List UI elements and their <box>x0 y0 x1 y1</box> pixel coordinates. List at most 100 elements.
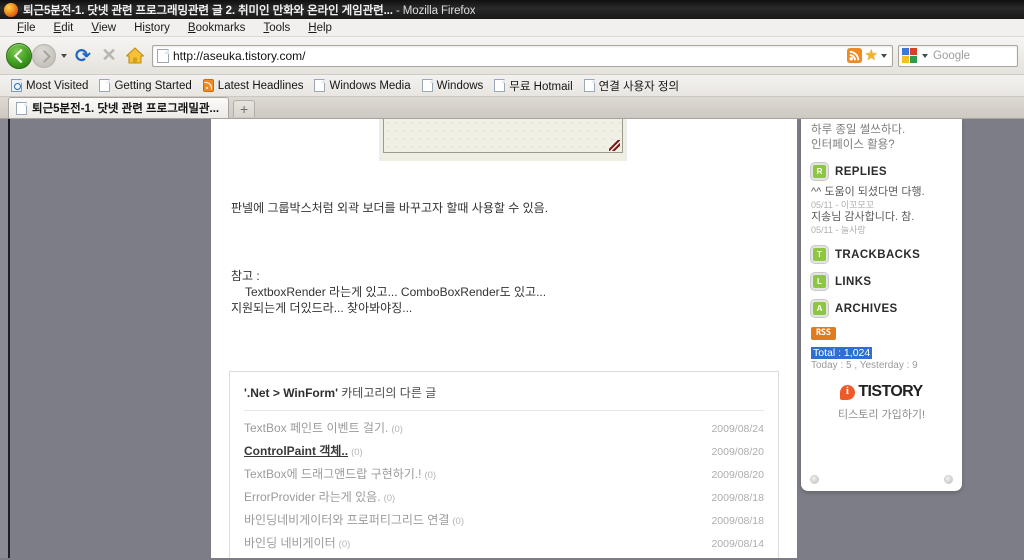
tab-label: 퇴근5분전-1. 닷넷 관련 프로그래밀관... <box>32 103 220 115</box>
bookmark-hotmail[interactable]: 무료 Hotmail <box>489 78 577 94</box>
reply-text[interactable]: 지송님 감사합니다. 참. <box>811 211 952 224</box>
address-bar[interactable]: http://aseuka.tistory.com/ ★ <box>152 44 893 68</box>
menu-item-edit[interactable]: Edit <box>45 21 83 35</box>
related-post-title[interactable]: 바인딩 네비게이터 (0) <box>244 534 350 551</box>
sidebar-replies-list: ^^ 도움이 되셨다면 다행. 05/11 - 이꼬모꼬 지송님 감사합니다. … <box>801 180 962 236</box>
rss-feed-icon[interactable] <box>846 48 862 63</box>
related-posts-heading-suffix: 카테고리의 다른 글 <box>337 386 437 400</box>
sidebar-item-label: REPLIES <box>835 165 888 178</box>
menu-item-tools[interactable]: Tools <box>254 21 299 35</box>
bookmark-label: Latest Headlines <box>217 79 304 92</box>
reply-meta: 05/11 - 늘사랑 <box>811 225 866 235</box>
visitor-total-count: Total : 1,024 <box>811 347 873 359</box>
new-tab-button[interactable]: + <box>233 100 256 117</box>
star-icon[interactable]: ★ <box>865 48 878 63</box>
viewport-left-gutter <box>0 119 8 558</box>
sidebar-item-label: LINKS <box>835 275 872 288</box>
related-posts-heading: '.Net > WinForm' 카테고리의 다른 글 <box>244 384 764 411</box>
related-post-title[interactable]: TextBox에 드래그앤드랍 구현하기.! (0) <box>244 465 436 482</box>
chevron-down-icon[interactable] <box>919 44 930 68</box>
bookmark-label: Most Visited <box>26 79 89 92</box>
content-paragraph-1: 판넬에 그룹박스처럼 외곽 보더를 바꾸고자 할때 사용할 수 있음. <box>231 201 549 215</box>
bookmark-windows[interactable]: Windows <box>417 79 489 92</box>
related-post-date: 2009/08/24 <box>711 423 764 435</box>
sidebar-recent-post-1[interactable]: 하루 종일 썰쓰하다. <box>811 123 952 138</box>
menu-item-history[interactable]: History <box>125 21 179 35</box>
chevron-down-icon[interactable] <box>878 44 889 68</box>
tab-strip: 퇴근5분전-1. 닷넷 관련 프로그래밀관... + <box>0 97 1024 119</box>
menu-item-file[interactable]: File <box>8 21 45 35</box>
menu-item-help[interactable]: Help <box>299 21 341 35</box>
related-post-title[interactable]: ErrorProvider 라는게 있음. (0) <box>244 488 395 505</box>
reply-text[interactable]: ^^ 도움이 되셨다면 다행. <box>811 186 952 199</box>
search-bar[interactable]: Google <box>898 44 1018 68</box>
related-posts-category: '.Net > WinForm' <box>244 386 338 400</box>
sidebar-corner-dot-left <box>810 475 819 484</box>
url-text[interactable]: http://aseuka.tistory.com/ <box>173 49 847 63</box>
window-title: 퇴근5분전-1. 닷넷 관련 프로그래밍관련 글 2. 취미인 만화와 온라인 … <box>23 2 475 18</box>
bookmark-latest-headlines[interactable]: Latest Headlines <box>198 79 309 92</box>
back-arrow-icon[interactable] <box>6 42 32 69</box>
bookmark-label: Getting Started <box>114 79 192 92</box>
tistory-join-link[interactable]: 티스토리 가입하기! <box>801 406 962 422</box>
google-icon <box>902 48 917 63</box>
home-icon[interactable] <box>123 44 147 68</box>
related-post-title[interactable]: TextBox 페인트 이벤트 걸기. (0) <box>244 419 403 436</box>
sidebar-item-replies[interactable]: R REPLIES <box>801 153 962 180</box>
table-row[interactable]: TextBox 페인트 이벤트 걸기. (0) 2009/08/24 <box>244 416 764 439</box>
page-document-icon <box>583 79 595 92</box>
bookmark-label: 연결 사용자 정의 <box>598 80 680 93</box>
stop-icon: ✕ <box>101 44 117 65</box>
related-post-title[interactable]: ControlPaint 객체.. <box>244 442 348 459</box>
comment-count: (0) <box>383 493 396 504</box>
related-post-date: 2009/08/20 <box>711 446 764 458</box>
bookmark-label: Windows <box>436 79 484 92</box>
sidebar-item-trackbacks[interactable]: T TRACKBACKS <box>801 236 962 263</box>
bookmark-most-visited[interactable]: Most Visited <box>6 79 93 92</box>
related-post-date: 2009/08/18 <box>711 492 764 504</box>
table-row[interactable]: ControlPaint 객체.. (0) 2009/08/20 <box>244 439 764 462</box>
related-post-title[interactable]: 바인딩네비게이터와 프로퍼티그리드 연결 (0) <box>244 511 464 528</box>
visitor-today-count: Today : 5 , Yesterday : 9 <box>811 360 918 371</box>
related-post-date: 2009/08/18 <box>711 515 764 527</box>
forward-arrow-icon <box>32 43 56 68</box>
comment-count: (0) <box>391 424 403 435</box>
sidebar-recent-posts: 하루 종일 썰쓰하다. 인터페이스 활용? <box>801 119 962 153</box>
bookmark-label: Windows Media <box>329 79 411 92</box>
menu-item-bookmarks[interactable]: Bookmarks <box>179 21 255 35</box>
archives-icon: A <box>811 300 828 317</box>
bookmark-windows-media[interactable]: Windows Media <box>309 79 415 92</box>
chevron-down-icon[interactable] <box>58 44 69 68</box>
page-document-icon <box>421 79 433 92</box>
reload-icon[interactable]: ⟳ <box>71 44 95 68</box>
search-input[interactable]: Google <box>930 50 970 62</box>
bookmark-label: 무료 Hotmail <box>509 80 573 93</box>
rss-feed-icon[interactable]: RSS <box>811 327 836 340</box>
page-content-column: 판넬에 그룹박스처럼 외곽 보더를 바꾸고자 할때 사용할 수 있음. 참고 :… <box>211 119 797 558</box>
table-row[interactable]: ErrorProvider 라는게 있음. (0) 2009/08/18 <box>244 485 764 508</box>
table-row[interactable]: 바인딩 네비게이터 (0) 2009/08/14 <box>244 531 764 554</box>
bookmark-custom-links[interactable]: 연결 사용자 정의 <box>579 78 684 94</box>
sidebar-item-label: TRACKBACKS <box>835 248 921 261</box>
content-paragraph-2: 참고 : <box>231 269 260 283</box>
tistory-brand[interactable]: TISTORY <box>801 383 962 401</box>
menu-bar: File Edit View History Bookmarks Tools H… <box>0 19 1024 37</box>
navigation-toolbar: ⟳ ✕ http://aseuka.tistory.com/ ★ Google <box>0 37 1024 75</box>
tab-active[interactable]: 퇴근5분전-1. 닷넷 관련 프로그래밀관... <box>8 97 230 118</box>
related-post-date: 2009/08/20 <box>711 469 764 481</box>
sidebar-item-archives[interactable]: A ARCHIVES <box>801 290 962 317</box>
page-document-icon <box>16 101 27 115</box>
menu-item-view[interactable]: View <box>82 21 125 35</box>
sidebar-item-links[interactable]: L LINKS <box>801 263 962 290</box>
table-row[interactable]: TextBox에 드래그앤드랍 구현하기.! (0) 2009/08/20 <box>244 462 764 485</box>
bookmark-getting-started[interactable]: Getting Started <box>94 79 196 92</box>
links-icon: L <box>811 273 828 290</box>
table-row[interactable]: 바인딩네비게이터와 프로퍼티그리드 연결 (0) 2009/08/18 <box>244 508 764 531</box>
window-title-suffix: - Mozilla Firefox <box>392 4 476 17</box>
panel-dotted-grid <box>383 119 623 153</box>
winforms-panel-screenshot <box>379 119 627 161</box>
replies-icon: R <box>811 163 828 180</box>
related-post-date: 2009/08/14 <box>711 538 764 550</box>
bookmarks-toolbar: Most Visited Getting Started Latest Head… <box>0 75 1024 97</box>
sidebar-recent-post-2[interactable]: 인터페이스 활용? <box>811 138 952 153</box>
